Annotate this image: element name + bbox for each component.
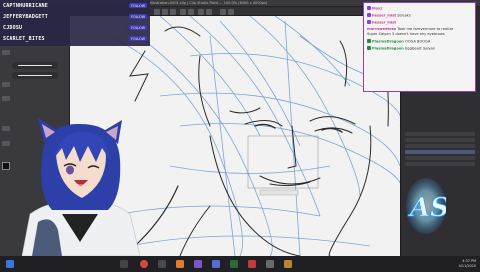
redo-icon[interactable] [188,8,194,15]
chat-username: hesser_mist [372,13,397,18]
layer-row[interactable] [405,132,475,136]
save-icon[interactable] [170,8,176,15]
clip-studio-icon[interactable] [284,260,292,268]
chat-text: Took me forevermore to realize [397,27,454,31]
chat-text: Super Saiyan 3 doesn't have any eyebrows [367,32,445,36]
file-explorer-icon[interactable] [158,260,166,268]
follower-name: CJDOSU [3,24,23,31]
chat-username: iFoxz [372,6,383,11]
open-file-icon[interactable] [162,8,168,15]
browser-icon[interactable] [140,260,148,268]
start-menu-icon[interactable] [6,260,14,268]
layer-row[interactable] [405,138,475,142]
discord-icon[interactable] [212,260,220,268]
streamer-avatar [22,118,140,256]
sub-badge-icon [367,13,371,17]
new-file-icon[interactable] [154,8,160,15]
follow-badge: FOLLOW [129,36,147,41]
channel-logo: AS [406,178,446,234]
chat-text: Eggbeast Saiyan [405,46,436,51]
recent-followers-panel: CAPTNHURRICANE FOLLOW JEFFERYBADGETT FOL… [0,0,150,46]
obs-icon[interactable] [248,260,256,268]
sub-badge-icon [367,20,371,24]
brush-size-icon[interactable] [2,82,10,87]
layer-row[interactable] [405,144,475,148]
logo-text: AS [407,193,446,223]
undo-icon[interactable] [180,8,186,15]
selection-box [247,135,319,189]
main-color-swatch[interactable] [2,162,10,170]
command-toolbar [150,7,365,16]
follow-badge: FOLLOW [129,25,147,30]
layer-row-selected[interactable] [405,150,475,154]
follower-row: CAPTNHURRICANE FOLLOW [0,0,150,11]
twitch-icon[interactable] [194,260,202,268]
pencil-tool-icon[interactable] [2,50,10,55]
chat-message: hesser_mist Streaks [367,13,411,18]
app-icon[interactable] [176,260,184,268]
os-taskbar: 4:37 PM 4/11/2020 [0,256,480,272]
follower-row: CJDOSU FOLLOW [0,22,150,33]
clear-icon[interactable] [198,8,204,15]
layer-icon[interactable] [2,126,10,131]
follow-badge: FOLLOW [129,3,147,8]
chat-message: PlasmaDragoon Eggbeast Saiyan [367,46,435,51]
chat-message: marcsweetose Took me forevermore to real… [367,27,453,31]
follower-row: JEFFERYBADGETT FOLLOW [0,11,150,22]
search-icon[interactable] [120,260,128,268]
layer-row[interactable] [405,156,475,160]
chat-text: OOGA BOOGA [405,39,431,44]
chat-message: iFoxz [367,6,382,11]
color-icon[interactable] [2,141,10,146]
chat-message: Super Saiyan 3 doesn't have any eyebrows [367,32,445,36]
app-icon[interactable] [266,260,274,268]
chat-overlay: iFoxz hesser_mist Streaks hesser_mist ma… [363,2,476,92]
layer-row[interactable] [405,162,475,166]
follow-badge: FOLLOW [129,14,147,19]
chat-message: hesser_mist [367,20,396,25]
follower-name: SCARLET_BITES [3,35,45,42]
transform-icon[interactable] [206,8,212,15]
app-icon[interactable] [230,260,238,268]
chat-username: PlasmaDragoon [372,46,404,51]
brush-preset-2[interactable] [12,72,58,79]
chat-text: Streaks [397,13,411,18]
selection-icon[interactable] [220,8,226,15]
opacity-icon[interactable] [2,96,10,101]
mod-badge-icon [367,39,371,43]
chat-username: marcsweetose [367,27,397,31]
snap-icon[interactable] [228,8,234,15]
chat-username: PlasmaDragoon [372,39,404,44]
clock-date: 4/11/2020 [458,264,476,268]
follower-name: CAPTNHURRICANE [3,2,48,9]
chat-username: hesser_mist [372,20,397,25]
follower-row: SCARLET_BITES FOLLOW [0,33,150,44]
chat-message: PlasmaDragoon OOGA BOOGA [367,39,430,44]
sub-badge-icon [367,6,371,10]
brush-preset-1[interactable] [12,62,58,69]
system-clock[interactable]: 4:37 PM 4/11/2020 [459,259,476,269]
window-title: illustration-0001.clip | Clip Studio Pai… [150,1,268,5]
mod-badge-icon [367,46,371,50]
follower-name: JEFFERYBADGETT [3,13,48,20]
